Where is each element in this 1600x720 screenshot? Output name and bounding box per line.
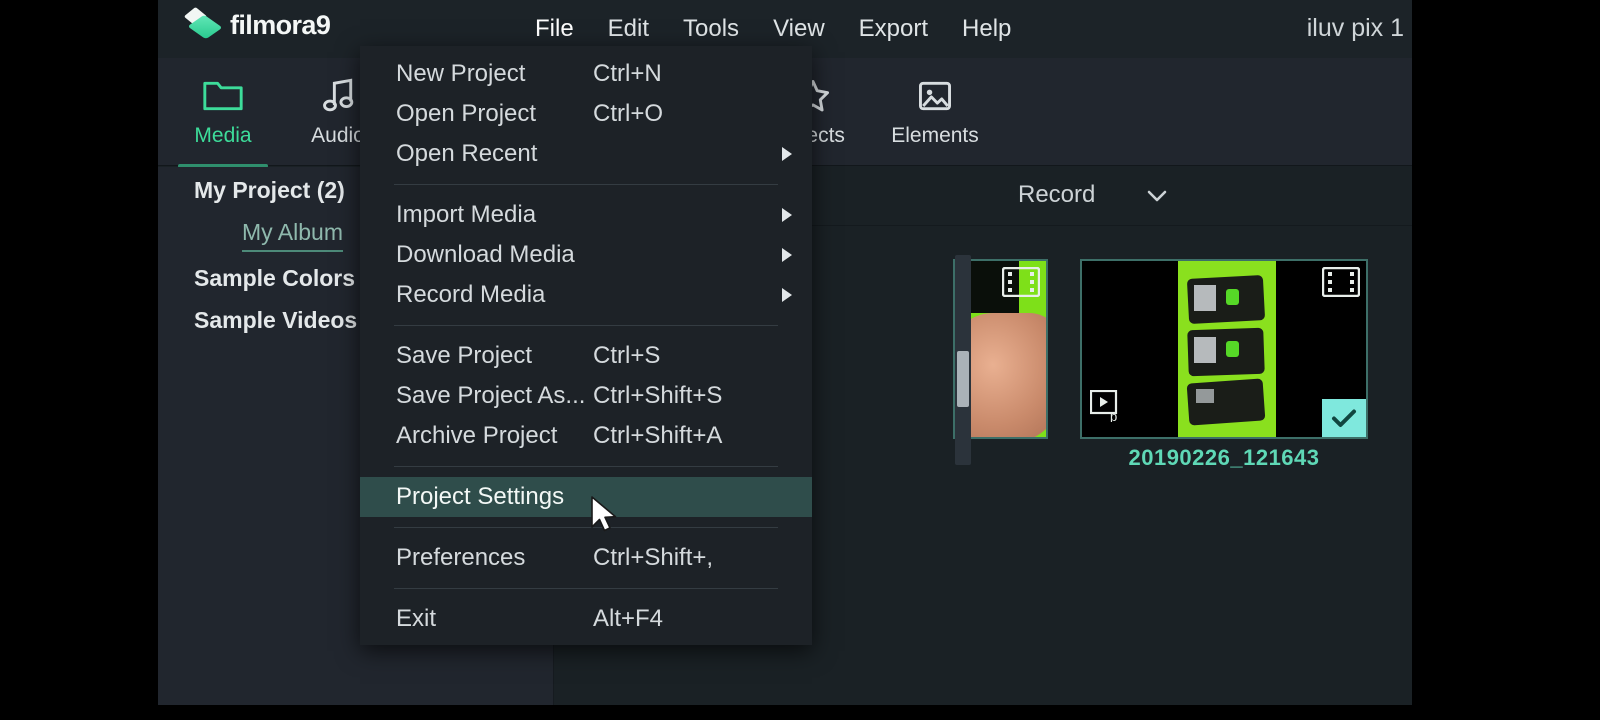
menu-item-exit[interactable]: Exit Alt+F4	[360, 599, 812, 639]
tab-media-label: Media	[194, 124, 252, 147]
sidebar-item-my-album[interactable]: My Album	[242, 219, 343, 252]
menu-item-shortcut: Ctrl+S	[593, 342, 661, 369]
menu-separator	[394, 588, 778, 589]
menu-item-save-project-as[interactable]: Save Project As... Ctrl+Shift+S	[360, 376, 812, 416]
menu-help[interactable]: Help	[945, 11, 1028, 47]
menu-item-label: Import Media	[396, 201, 537, 228]
sidebar-selected-underline	[242, 250, 343, 252]
menu-item-label: Open Recent	[396, 140, 538, 167]
menu-item-shortcut: Ctrl+N	[593, 60, 662, 87]
tab-elements[interactable]: Elements	[880, 76, 990, 148]
menu-item-label: Exit	[396, 605, 437, 632]
menu-item-shortcut: Alt+F4	[593, 605, 664, 632]
menu-item-import-media[interactable]: Import Media	[360, 195, 812, 235]
screen-root: filmora9 File Edit Tools View Export Hel…	[0, 0, 1600, 720]
menu-item-label: New Project	[396, 60, 526, 87]
tab-media[interactable]: Media	[168, 76, 278, 168]
menu-item-label: Save Project As...	[396, 382, 586, 409]
menu-item-label: Record Media	[396, 281, 546, 308]
menu-separator	[394, 184, 778, 185]
check-icon[interactable]	[1322, 399, 1366, 437]
menu-item-new-project[interactable]: New Project Ctrl+N	[360, 54, 812, 94]
menu-item-shortcut: Ctrl+O	[593, 100, 664, 127]
menu-separator	[394, 325, 778, 326]
menu-export[interactable]: Export	[842, 11, 945, 47]
submenu-arrow-icon	[780, 247, 794, 268]
menu-item-preferences[interactable]: Preferences Ctrl+Shift+,	[360, 538, 812, 578]
film-strip-icon	[1321, 266, 1361, 302]
folder-icon	[168, 76, 278, 120]
filmora-diamond-logo-icon	[183, 7, 223, 42]
menu-item-label: Archive Project	[396, 422, 558, 449]
menu-view[interactable]: View	[756, 11, 842, 47]
record-button[interactable]: Record	[1018, 181, 1095, 209]
media-item-selected[interactable]: p 20190226_121643	[1080, 259, 1368, 470]
menu-item-record-media[interactable]: Record Media	[360, 275, 812, 315]
play-preview-icon[interactable]: p	[1089, 389, 1126, 427]
menu-item-label: Save Project	[396, 342, 533, 369]
menu-item-shortcut: Ctrl+Shift+S	[593, 382, 723, 409]
file-dropdown-menu: New Project Ctrl+N Open Project Ctrl+O O…	[360, 46, 812, 645]
menu-item-open-project[interactable]: Open Project Ctrl+O	[360, 94, 812, 134]
menu-tools[interactable]: Tools	[666, 11, 756, 47]
menu-edit[interactable]: Edit	[591, 11, 666, 47]
menu-item-save-project[interactable]: Save Project Ctrl+S	[360, 336, 812, 376]
menu-item-shortcut: Ctrl+Shift+,	[593, 544, 714, 571]
menu-item-open-recent[interactable]: Open Recent	[360, 134, 812, 174]
sidebar-item-my-project[interactable]: My Project (2)	[194, 177, 345, 204]
submenu-arrow-icon	[780, 146, 794, 167]
submenu-arrow-icon	[780, 287, 794, 308]
tab-elements-label: Elements	[891, 124, 979, 147]
sidebar-item-sample-videos[interactable]: Sample Videos	[194, 307, 357, 334]
menu-item-download-media[interactable]: Download Media	[360, 235, 812, 275]
window-title: iluv pix 1	[1306, 14, 1404, 42]
sidebar-item-my-album-label: My Album	[242, 219, 343, 245]
media-thumbnail-selected: p	[1080, 259, 1368, 439]
mouse-pointer-icon	[590, 496, 620, 543]
submenu-arrow-icon	[780, 207, 794, 228]
svg-text:p: p	[1110, 409, 1117, 422]
film-strip-icon	[1001, 266, 1041, 302]
menu-item-archive-project[interactable]: Archive Project Ctrl+Shift+A	[360, 416, 812, 456]
menu-separator	[394, 466, 778, 467]
filmora-app-window: filmora9 File Edit Tools View Export Hel…	[158, 0, 1412, 705]
tab-audio-label: Audio	[311, 124, 365, 147]
menu-item-label: Open Project	[396, 100, 537, 127]
menu-item-label: Project Settings	[396, 483, 565, 510]
sidebar-item-sample-colors[interactable]: Sample Colors (	[194, 265, 369, 292]
menu-file[interactable]: File	[518, 11, 591, 47]
brand-label: filmora9	[230, 9, 331, 40]
media-scrollbar-track[interactable]	[955, 255, 971, 465]
app-logo: filmora9	[183, 7, 331, 42]
menu-item-shortcut: Ctrl+Shift+A	[593, 422, 723, 449]
menu-item-label: Preferences	[396, 544, 526, 571]
menu-item-project-settings[interactable]: Project Settings	[360, 477, 812, 517]
menu-item-label: Download Media	[396, 241, 575, 268]
image-icon	[880, 76, 990, 120]
media-item-filename: 20190226_121643	[1128, 445, 1320, 470]
media-scrollbar-thumb[interactable]	[957, 351, 969, 407]
menu-separator	[394, 527, 778, 528]
chevron-down-icon[interactable]	[1143, 187, 1171, 210]
